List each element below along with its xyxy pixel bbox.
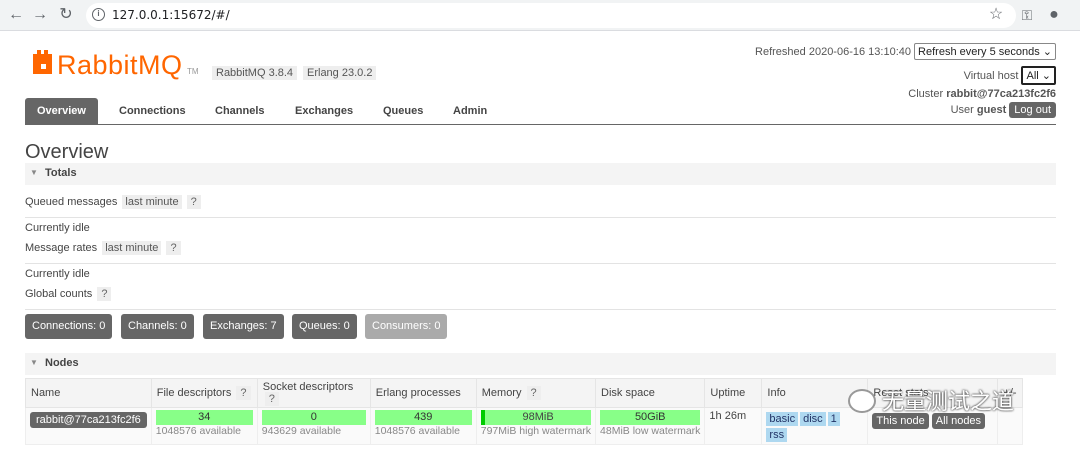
rates-range-tag[interactable]: last minute	[102, 241, 162, 255]
global-help-button[interactable]: ?	[97, 287, 112, 301]
main-tabs: Overview Connections Channels Exchanges …	[25, 98, 1056, 125]
exchanges-count-button[interactable]: Exchanges: 7	[203, 314, 284, 339]
info-tag-disc: disc	[800, 412, 826, 426]
ep-available: 1048576 available	[374, 425, 460, 437]
wechat-icon	[848, 389, 876, 413]
fd-cell: 34 1048576 available	[150, 407, 258, 445]
sd-available: 943629 available	[261, 425, 342, 437]
sd-help-button[interactable]: ?	[264, 392, 279, 406]
browser-toolbar: ← → ↻ i 127.0.0.1:15672/#/ ☆ ⚿ ●	[0, 0, 1080, 31]
logo-trademark: TM	[187, 67, 199, 76]
refresh-interval-select[interactable]: Refresh every 5 seconds ⌄	[914, 43, 1056, 60]
key-icon[interactable]: ⚿	[1017, 5, 1037, 25]
totals-section-header[interactable]: Totals	[25, 163, 1056, 185]
vhost-select[interactable]: All ⌄	[1021, 66, 1056, 85]
tab-exchanges[interactable]: Exchanges	[283, 98, 365, 124]
watermark-text: 无量测试之道	[882, 390, 1015, 415]
tab-channels[interactable]: Channels	[203, 98, 277, 124]
disk-cell: 50GiB 48MiB low watermark	[595, 407, 706, 445]
tab-queues[interactable]: Queues	[371, 98, 435, 124]
queues-count-button[interactable]: Queues: 0	[292, 314, 357, 339]
ep-cell: 439 1048576 available	[369, 407, 477, 445]
disk-watermark: 48MiB low watermark	[600, 425, 701, 437]
col-socket-descriptors: Socket descriptors ?	[256, 378, 371, 408]
disk-bar: 50GiB	[600, 410, 701, 425]
queued-messages-row: Queued messages last minute ?	[25, 195, 1056, 218]
erlang-version: Erlang 23.0.2	[303, 66, 377, 80]
info-tag-rss: rss	[766, 428, 788, 442]
global-counts-label: Global counts	[25, 288, 93, 300]
channels-count-button[interactable]: Channels: 0	[121, 314, 194, 339]
queued-help-button[interactable]: ?	[186, 195, 201, 209]
vhost-label: Virtual host	[963, 70, 1019, 82]
url-text[interactable]: 127.0.0.1:15672/#/	[112, 8, 230, 22]
sd-bar: 0	[261, 410, 366, 425]
global-counts-row: Global counts ?	[25, 287, 1056, 310]
col-file-descriptors: File descriptors ?	[150, 378, 258, 408]
refresh-area: Refreshed 2020-06-16 13:10:40 Refresh ev…	[755, 43, 1056, 60]
account-icon[interactable]: ●	[1044, 5, 1064, 25]
consumers-count-button[interactable]: Consumers: 0	[365, 314, 448, 339]
uptime-cell: 1h 26m	[704, 407, 763, 445]
logo-text: RabbitMQ	[57, 50, 183, 80]
rabbit-logo-icon	[33, 50, 52, 74]
refreshed-timestamp: Refreshed 2020-06-16 13:10:40	[755, 46, 911, 58]
watermark: 无量测试之道	[848, 384, 1015, 420]
col-erlang-processes: Erlang processes	[369, 378, 477, 408]
memory-help-button[interactable]: ?	[526, 386, 541, 400]
fd-available: 1048576 available	[155, 425, 241, 437]
site-info-icon[interactable]: i	[92, 8, 105, 21]
memory-bar: 98MiB	[480, 410, 592, 425]
page-title: Overview	[25, 141, 109, 163]
info-tag-count: 1	[827, 412, 840, 426]
vhost-area: Virtual host All ⌄	[964, 66, 1056, 85]
message-rates-row: Message rates last minute ?	[25, 241, 1056, 264]
tab-connections[interactable]: Connections	[107, 98, 198, 124]
reload-icon[interactable]: ↻	[56, 5, 76, 25]
node-name-link[interactable]: rabbit@77ca213fc2f6	[30, 412, 147, 428]
ep-bar: 439	[374, 410, 472, 425]
memory-watermark: 797MiB high watermark	[480, 425, 592, 437]
tab-overview[interactable]: Overview	[25, 98, 98, 124]
rates-help-button[interactable]: ?	[166, 241, 181, 255]
fd-help-button[interactable]: ?	[236, 386, 251, 400]
rates-status: Currently idle	[25, 268, 90, 280]
queued-messages-label: Queued messages	[25, 196, 118, 208]
queued-status: Currently idle	[25, 222, 90, 234]
col-uptime: Uptime	[704, 378, 763, 408]
star-icon[interactable]: ☆	[986, 5, 1006, 25]
info-tag-basic: basic	[766, 412, 799, 426]
memory-used: 98MiB	[485, 410, 592, 425]
node-name-cell: rabbit@77ca213fc2f6	[25, 407, 152, 445]
sd-cell: 0 943629 available	[256, 407, 371, 445]
message-rates-label: Message rates	[25, 242, 98, 254]
rabbitmq-version: RabbitMQ 3.8.4	[212, 66, 298, 80]
col-memory: Memory ?	[475, 378, 597, 408]
arrow-left-icon[interactable]: ←	[6, 5, 26, 25]
fd-bar: 34	[155, 410, 253, 425]
connections-count-button[interactable]: Connections: 0	[25, 314, 113, 339]
queued-range-tag[interactable]: last minute	[122, 195, 182, 209]
nodes-section-header[interactable]: Nodes	[25, 353, 1056, 375]
tab-admin[interactable]: Admin	[441, 98, 499, 124]
arrow-right-icon[interactable]: →	[30, 5, 50, 25]
col-disk-space: Disk space	[595, 378, 706, 408]
col-name: Name	[25, 378, 152, 408]
memory-cell: 98MiB 797MiB high watermark	[475, 407, 597, 445]
